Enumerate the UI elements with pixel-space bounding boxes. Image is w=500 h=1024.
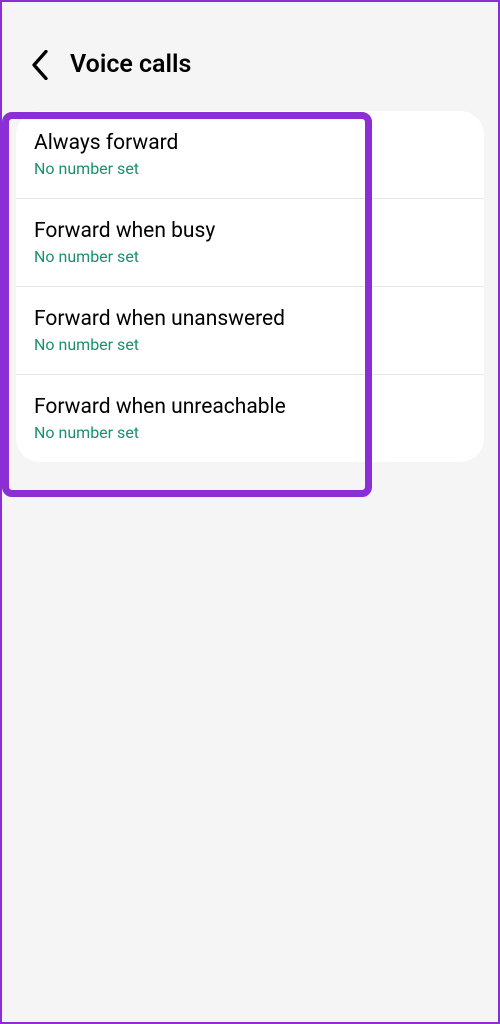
list-item-forward-unanswered[interactable]: Forward when unanswered No number set: [16, 287, 484, 375]
list-item-forward-busy[interactable]: Forward when busy No number set: [16, 199, 484, 287]
header: Voice calls: [2, 2, 498, 103]
item-title: Forward when unanswered: [34, 307, 466, 331]
item-subtitle: No number set: [34, 247, 466, 266]
item-subtitle: No number set: [34, 335, 466, 354]
back-icon[interactable]: [30, 55, 50, 75]
list-item-always-forward[interactable]: Always forward No number set: [16, 111, 484, 199]
item-title: Forward when busy: [34, 219, 466, 243]
list-item-forward-unreachable[interactable]: Forward when unreachable No number set: [16, 375, 484, 462]
item-title: Forward when unreachable: [34, 395, 466, 419]
item-subtitle: No number set: [34, 423, 466, 442]
settings-list: Always forward No number set Forward whe…: [16, 111, 484, 462]
item-title: Always forward: [34, 131, 466, 155]
page-title: Voice calls: [70, 50, 191, 79]
item-subtitle: No number set: [34, 159, 466, 178]
